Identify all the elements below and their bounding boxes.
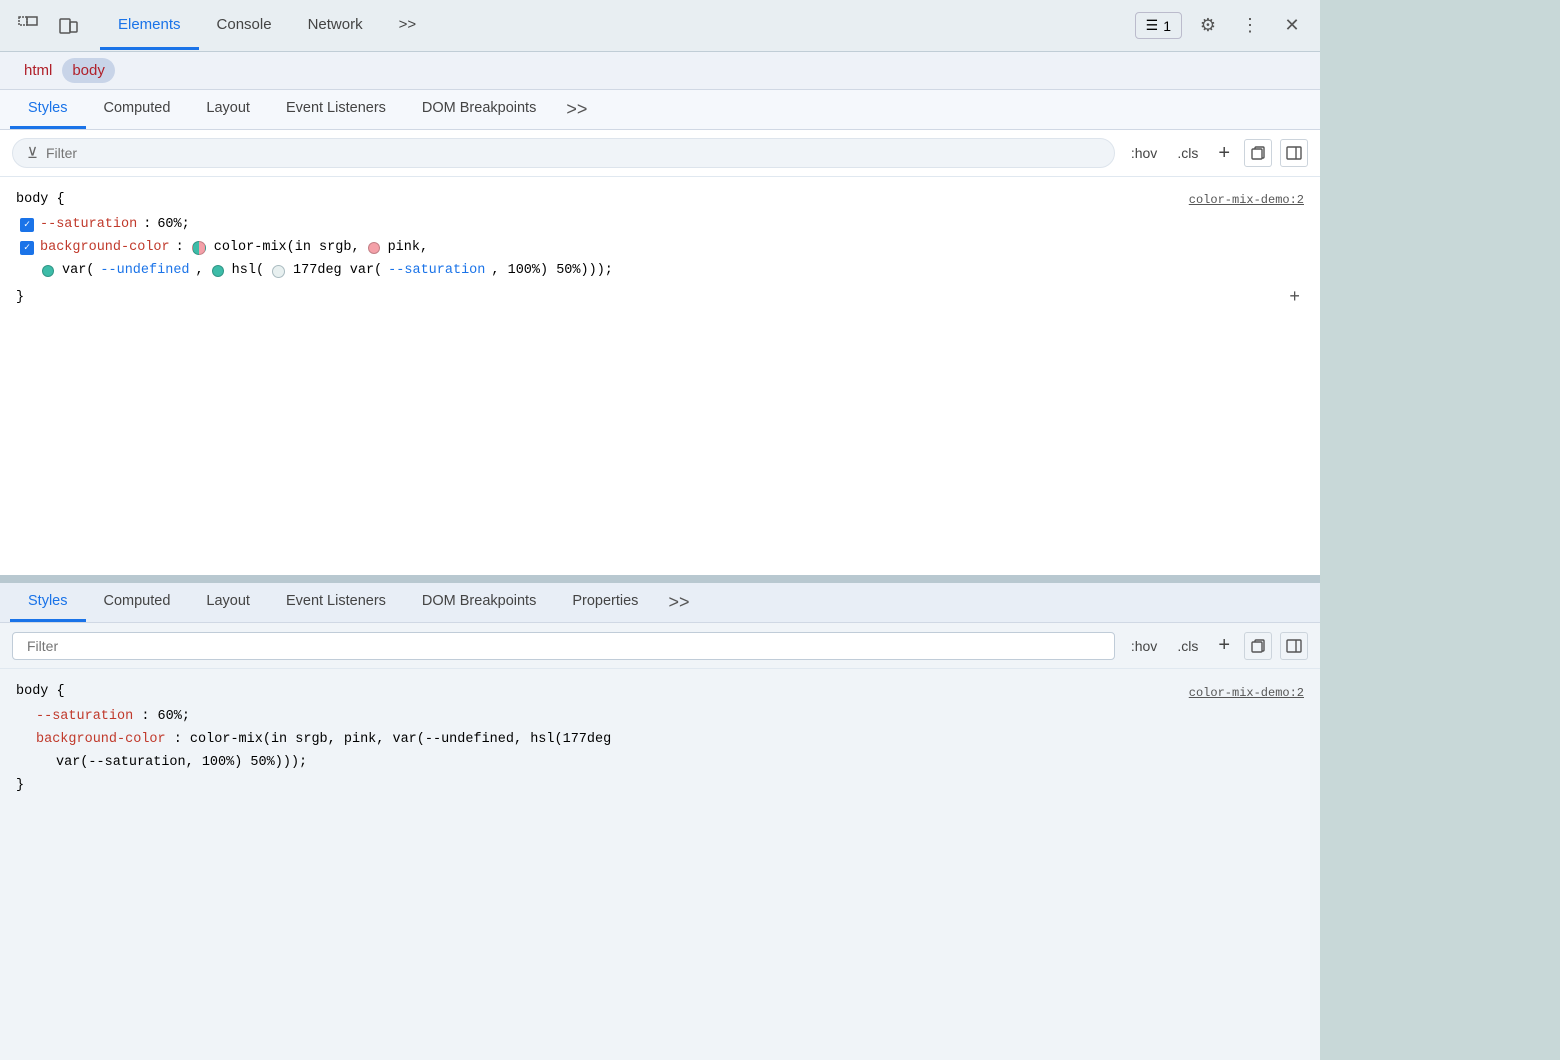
- lower-closing-brace-line: }: [16, 775, 1304, 798]
- subtab-layout-lower[interactable]: Layout: [188, 583, 268, 622]
- hov-button-upper[interactable]: :hov: [1125, 142, 1163, 164]
- lower-prop2-value: : color-mix(in srgb, pink, var(--undefin…: [174, 732, 611, 747]
- prop2-colon: :: [176, 237, 184, 260]
- upper-filter-bar: ⊻ :hov .cls +: [0, 130, 1320, 177]
- tab-network[interactable]: Network: [290, 2, 381, 50]
- subtab-layout-upper[interactable]: Layout: [188, 90, 268, 129]
- subtab-properties-lower[interactable]: Properties: [554, 583, 656, 622]
- lower-subtabs-bar: Styles Computed Layout Event Listeners D…: [0, 583, 1320, 623]
- pink-swatch[interactable]: [368, 242, 380, 254]
- subtab-computed-lower[interactable]: Computed: [86, 583, 189, 622]
- upper-panel: Styles Computed Layout Event Listeners D…: [0, 90, 1320, 583]
- prop2-name: background-color: [40, 237, 170, 260]
- upper-closing-brace-line: } +: [16, 283, 1304, 314]
- inspect-element-icon[interactable]: [12, 10, 44, 42]
- prop2-checkbox[interactable]: ✓: [20, 241, 34, 255]
- device-toggle-icon[interactable]: [52, 10, 84, 42]
- copy-styles-icon-upper[interactable]: [1244, 139, 1272, 167]
- tab-console[interactable]: Console: [199, 2, 290, 50]
- upper-filter-input[interactable]: [46, 145, 1100, 161]
- upper-prop2-line: ✓ background-color : color-mix(in srgb, …: [20, 237, 1304, 260]
- issues-badge[interactable]: ☰ 1: [1135, 12, 1182, 39]
- cls-button-upper[interactable]: .cls: [1171, 142, 1204, 164]
- upper-closing-brace: }: [16, 287, 24, 310]
- lower-filter-actions: :hov .cls +: [1125, 631, 1308, 660]
- breadcrumb: html body: [0, 52, 1320, 90]
- lower-css-code: body { color-mix-demo:2 --saturation : 6…: [0, 669, 1320, 810]
- prop1-name: --saturation: [40, 214, 137, 237]
- tab-more[interactable]: >>: [381, 2, 435, 50]
- lower-css-source[interactable]: color-mix-demo:2: [1189, 683, 1304, 703]
- hov-button-lower[interactable]: :hov: [1125, 635, 1163, 657]
- lower-panel: Styles Computed Layout Event Listeners D…: [0, 583, 1320, 1060]
- lower-prop1-name: --saturation: [36, 709, 133, 724]
- prop1-value: 60%;: [157, 214, 189, 237]
- prop3-undefined: --undefined: [100, 260, 189, 283]
- upper-css-source[interactable]: color-mix-demo:2: [1189, 190, 1304, 210]
- lower-prop1-value: : 60%;: [141, 709, 190, 724]
- close-icon[interactable]: ✕: [1276, 10, 1308, 42]
- subtab-event-listeners-upper[interactable]: Event Listeners: [268, 90, 404, 129]
- add-prop-button-upper[interactable]: +: [1285, 283, 1304, 314]
- subtab-computed-upper[interactable]: Computed: [86, 90, 189, 129]
- prop1-colon: :: [143, 214, 151, 237]
- lower-prop2-name: background-color: [36, 732, 166, 747]
- upper-prop3-line: var( --undefined, hsl( 177deg var( --satura…: [20, 260, 1304, 283]
- lower-css-selector: body {: [16, 681, 65, 704]
- subtab-dom-breakpoints-lower[interactable]: DOM Breakpoints: [404, 583, 554, 622]
- breadcrumb-html[interactable]: html: [14, 58, 62, 83]
- issues-icon: ☰: [1146, 17, 1159, 34]
- subtab-styles-upper[interactable]: Styles: [10, 90, 86, 129]
- toggle-sidebar-icon-upper[interactable]: [1280, 139, 1308, 167]
- devtools-main-tabs: Elements Console Network >>: [100, 2, 434, 50]
- copy-styles-icon-lower[interactable]: [1244, 632, 1272, 660]
- subtab-event-listeners-lower[interactable]: Event Listeners: [268, 583, 404, 622]
- prop3-var-start: var(: [62, 260, 94, 283]
- subtab-styles-lower[interactable]: Styles: [10, 583, 86, 622]
- teal-swatch2[interactable]: [212, 265, 224, 277]
- subtab-more-upper[interactable]: >>: [554, 91, 599, 128]
- prop3-var-comma: ,: [196, 260, 204, 283]
- upper-css-code: body { color-mix-demo:2 ✓ --saturation :…: [0, 177, 1320, 325]
- subtab-dom-breakpoints-upper[interactable]: DOM Breakpoints: [404, 90, 554, 129]
- prop1-checkbox[interactable]: ✓: [20, 218, 34, 232]
- lower-filter-bar: :hov .cls +: [0, 623, 1320, 669]
- more-options-icon[interactable]: ⋮: [1234, 10, 1266, 42]
- upper-css-selector-line: body { color-mix-demo:2: [16, 189, 1304, 212]
- settings-icon[interactable]: ⚙: [1192, 10, 1224, 42]
- lower-prop1-line: --saturation : 60%;: [16, 706, 1304, 729]
- breadcrumb-body[interactable]: body: [62, 58, 115, 83]
- prop3-hsl-start: hsl(: [232, 260, 264, 283]
- upper-filter-actions: :hov .cls +: [1125, 139, 1308, 168]
- lower-prop3-line: var(--saturation, 100%) 50%)));: [16, 752, 1304, 775]
- lower-prop3-value: var(--saturation, 100%) 50%)));: [56, 755, 307, 770]
- prop3-hsl-end: , 100%) 50%)));: [491, 260, 613, 283]
- add-rule-button-lower[interactable]: +: [1212, 631, 1236, 660]
- color-mix-swatch[interactable]: [192, 241, 206, 255]
- devtools-topbar-right: ☰ 1 ⚙ ⋮ ✕: [1135, 10, 1308, 42]
- upper-prop1-line: ✓ --saturation : 60%;: [20, 214, 1304, 237]
- lower-filter-input[interactable]: [27, 638, 1100, 654]
- prop3-saturation: --saturation: [388, 260, 485, 283]
- filter-funnel-icon: ⊻: [27, 144, 38, 162]
- upper-css-selector: body {: [16, 189, 65, 212]
- upper-filter-input-wrap: ⊻: [12, 138, 1115, 168]
- add-rule-button-upper[interactable]: +: [1212, 139, 1236, 168]
- subtab-more-lower[interactable]: >>: [656, 584, 701, 621]
- upper-subtabs-bar: Styles Computed Layout Event Listeners D…: [0, 90, 1320, 130]
- lower-prop2-line: background-color : color-mix(in srgb, pi…: [16, 729, 1304, 752]
- tab-elements[interactable]: Elements: [100, 2, 199, 50]
- prop2-func: color-mix(in srgb,: [214, 237, 360, 260]
- issues-count: 1: [1163, 18, 1171, 34]
- prop3-hsl-content: 177deg var(: [293, 260, 382, 283]
- prop2-pink: pink,: [388, 237, 429, 260]
- lower-css-selector-line: body { color-mix-demo:2: [16, 681, 1304, 704]
- teal-swatch1[interactable]: [42, 265, 54, 277]
- toggle-sidebar-icon-lower[interactable]: [1280, 632, 1308, 660]
- lower-closing-brace: }: [16, 778, 24, 793]
- hsl-circle[interactable]: [272, 265, 285, 278]
- lower-filter-input-wrap: [12, 632, 1115, 660]
- devtools-topbar: Elements Console Network >> ☰ 1 ⚙ ⋮ ✕: [0, 0, 1320, 52]
- cls-button-lower[interactable]: .cls: [1171, 635, 1204, 657]
